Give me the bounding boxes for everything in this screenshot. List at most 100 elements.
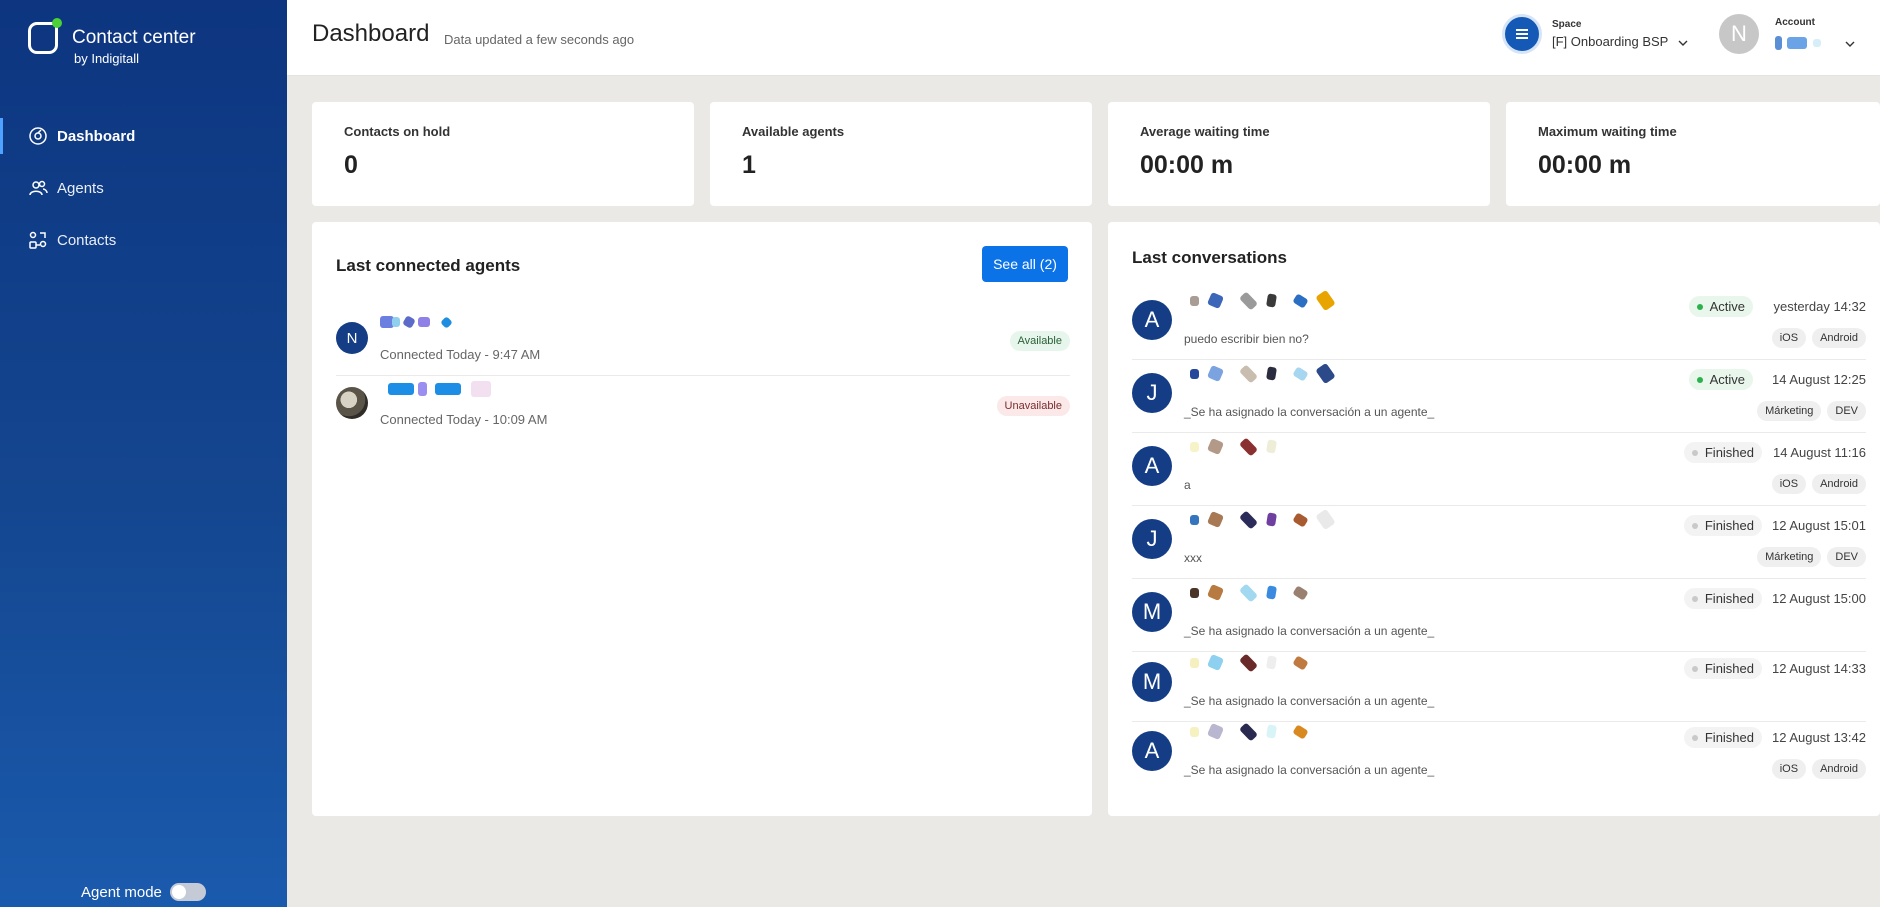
conversation-row[interactable]: Apuedo escribir bien no? Active yesterday … [1132, 289, 1866, 360]
account-label: Account [1775, 16, 1815, 28]
brand-logo-icon [28, 18, 62, 54]
chevron-down-icon [1678, 34, 1688, 49]
agent-mode: Agent mode [81, 883, 206, 901]
stat-label: Maximum waiting time [1538, 124, 1677, 139]
status-text: Active [1709, 299, 1745, 314]
sidebar-item-agents[interactable]: Agents [0, 170, 287, 206]
sidebar-item-contacts[interactable]: Contacts [0, 222, 287, 258]
tag: Márketing [1757, 401, 1822, 421]
avatar: J [1132, 519, 1172, 559]
tag: DEV [1827, 547, 1866, 567]
agent-connected-time: Connected Today - 10:09 AM [380, 412, 548, 427]
contact-name-blurred [1184, 582, 1309, 603]
account-avatar: N [1719, 14, 1759, 54]
sidebar: Contact center by Indigitall Dashboard A… [0, 0, 287, 907]
stat-available-agents: Available agents 1 [710, 102, 1092, 206]
tag: iOS [1771, 328, 1807, 348]
tag: Android [1812, 759, 1866, 779]
conversation-row[interactable]: Aa Finished 14 August 11:16 iOS Android [1132, 436, 1866, 506]
contacts-icon [27, 229, 49, 251]
status-text: Finished [1704, 730, 1754, 745]
brand-title: Contact center [72, 27, 196, 48]
last-connected-agents-panel: Last connected agents See all (2) N Conn… [312, 222, 1092, 816]
status-dot-icon [1691, 595, 1698, 602]
data-updated-text: Data updated a few seconds ago [444, 32, 635, 47]
status-badge: Finished [1683, 727, 1762, 748]
conversation-timestamp: yesterday 14:32 [1773, 299, 1866, 314]
tag-list: Márketing DEV [1757, 547, 1866, 567]
conversation-timestamp: 12 August 13:42 [1772, 730, 1866, 745]
avatar: N [336, 322, 368, 354]
chevron-down-icon [1845, 34, 1855, 52]
avatar: A [1132, 446, 1172, 486]
status-badge: Unavailable [996, 396, 1070, 416]
stat-value: 0 [344, 151, 358, 179]
avatar: M [1132, 662, 1172, 702]
conversation-timestamp: 12 August 15:01 [1772, 518, 1866, 533]
top-header: Dashboard Data updated a few seconds ago… [287, 0, 1880, 76]
stat-label: Available agents [742, 124, 845, 139]
status-badge: Finished [1683, 442, 1762, 463]
status-badge: Finished [1683, 515, 1762, 536]
agent-mode-toggle[interactable] [169, 883, 206, 901]
tag: Android [1812, 474, 1866, 494]
conversation-last-message: a [1184, 478, 1191, 492]
agent-row[interactable]: N Connected Today - 9:47 AM Available [336, 312, 1070, 376]
sidebar-item-label: Agents [57, 179, 104, 197]
status-badge: Finished [1683, 588, 1762, 609]
tag-list: iOS Android [1771, 759, 1866, 779]
space-value: [F] Onboarding BSP [1552, 34, 1669, 49]
agent-row[interactable]: Connected Today - 10:09 AM Unavailable [336, 377, 1070, 441]
conversation-row[interactable]: M _Se ha asignado la conversación a un ag… [1132, 652, 1866, 722]
conversation-timestamp: 14 August 11:16 [1772, 445, 1866, 460]
status-dot-icon [1691, 522, 1698, 529]
contact-name-blurred [1184, 652, 1309, 673]
account-name-blurred [1775, 34, 1855, 52]
conversation-timestamp: 12 August 14:33 [1772, 661, 1866, 676]
contact-name-blurred [1184, 721, 1309, 742]
agent-mode-label: Agent mode [81, 883, 162, 901]
avatar: J [1132, 373, 1172, 413]
conversation-last-message: xxx [1184, 551, 1202, 565]
conversation-row[interactable]: J _Se ha asignado la conversación a un ag… [1132, 362, 1866, 433]
conversation-row[interactable]: Jxxx Finished 12 August 15:01 Márketing DEV [1132, 508, 1866, 579]
page-title: Dashboard [312, 20, 430, 47]
stat-value: 00:00 m [1538, 151, 1632, 179]
status-badge: Finished [1683, 658, 1762, 679]
agent-connected-time: Connected Today - 9:47 AM [380, 347, 541, 362]
brand[interactable]: Contact center by Indigitall [28, 18, 196, 66]
tag-list: Márketing DEV [1757, 401, 1866, 421]
contact-name-blurred [1184, 436, 1277, 457]
conversation-last-message: _Se ha asignado la conversación a un age… [1184, 763, 1435, 777]
conversation-timestamp: 12 August 15:00 [1772, 591, 1866, 606]
status-dot-icon [1691, 665, 1698, 672]
stat-value: 00:00 m [1140, 151, 1234, 179]
conversation-row[interactable]: M _Se ha asignado la conversación a un ag… [1132, 582, 1866, 652]
sidebar-item-label: Contacts [57, 231, 117, 249]
conversation-timestamp: 14 August 12:25 [1772, 372, 1866, 387]
status-badge: Active [1688, 296, 1753, 317]
conversation-row[interactable]: A _Se ha asignado la conversación a un ag… [1132, 721, 1866, 791]
tag-list: iOS Android [1771, 328, 1866, 348]
account-selector[interactable]: N Account [1719, 14, 1855, 54]
status-dot-icon [1691, 734, 1698, 741]
conversation-last-message: _Se ha asignado la conversación a un age… [1184, 405, 1435, 419]
status-text: Finished [1704, 591, 1754, 606]
tag-list: iOS Android [1771, 474, 1866, 494]
status-badge: Available [1009, 331, 1070, 351]
space-selector[interactable]: Space [F] Onboarding BSP [1502, 14, 1688, 54]
stat-contacts-on-hold: Contacts on hold 0 [312, 102, 694, 206]
tag: iOS [1771, 759, 1807, 779]
see-all-agents-button[interactable]: See all (2) [982, 246, 1068, 282]
sidebar-nav: Dashboard Agents Contacts [0, 118, 287, 274]
agent-name-blurred [380, 381, 491, 397]
stat-value: 1 [742, 151, 756, 179]
conversation-last-message: puedo escribir bien no? [1184, 332, 1309, 346]
stat-average-waiting-time: Average waiting time 00:00 m [1108, 102, 1490, 206]
sidebar-item-dashboard[interactable]: Dashboard [0, 118, 287, 154]
panel-title: Last conversations [1132, 248, 1287, 267]
stat-maximum-waiting-time: Maximum waiting time 00:00 m [1506, 102, 1880, 206]
stat-label: Contacts on hold [344, 124, 451, 139]
tag: Android [1812, 328, 1866, 348]
sidebar-item-label: Dashboard [57, 127, 136, 145]
